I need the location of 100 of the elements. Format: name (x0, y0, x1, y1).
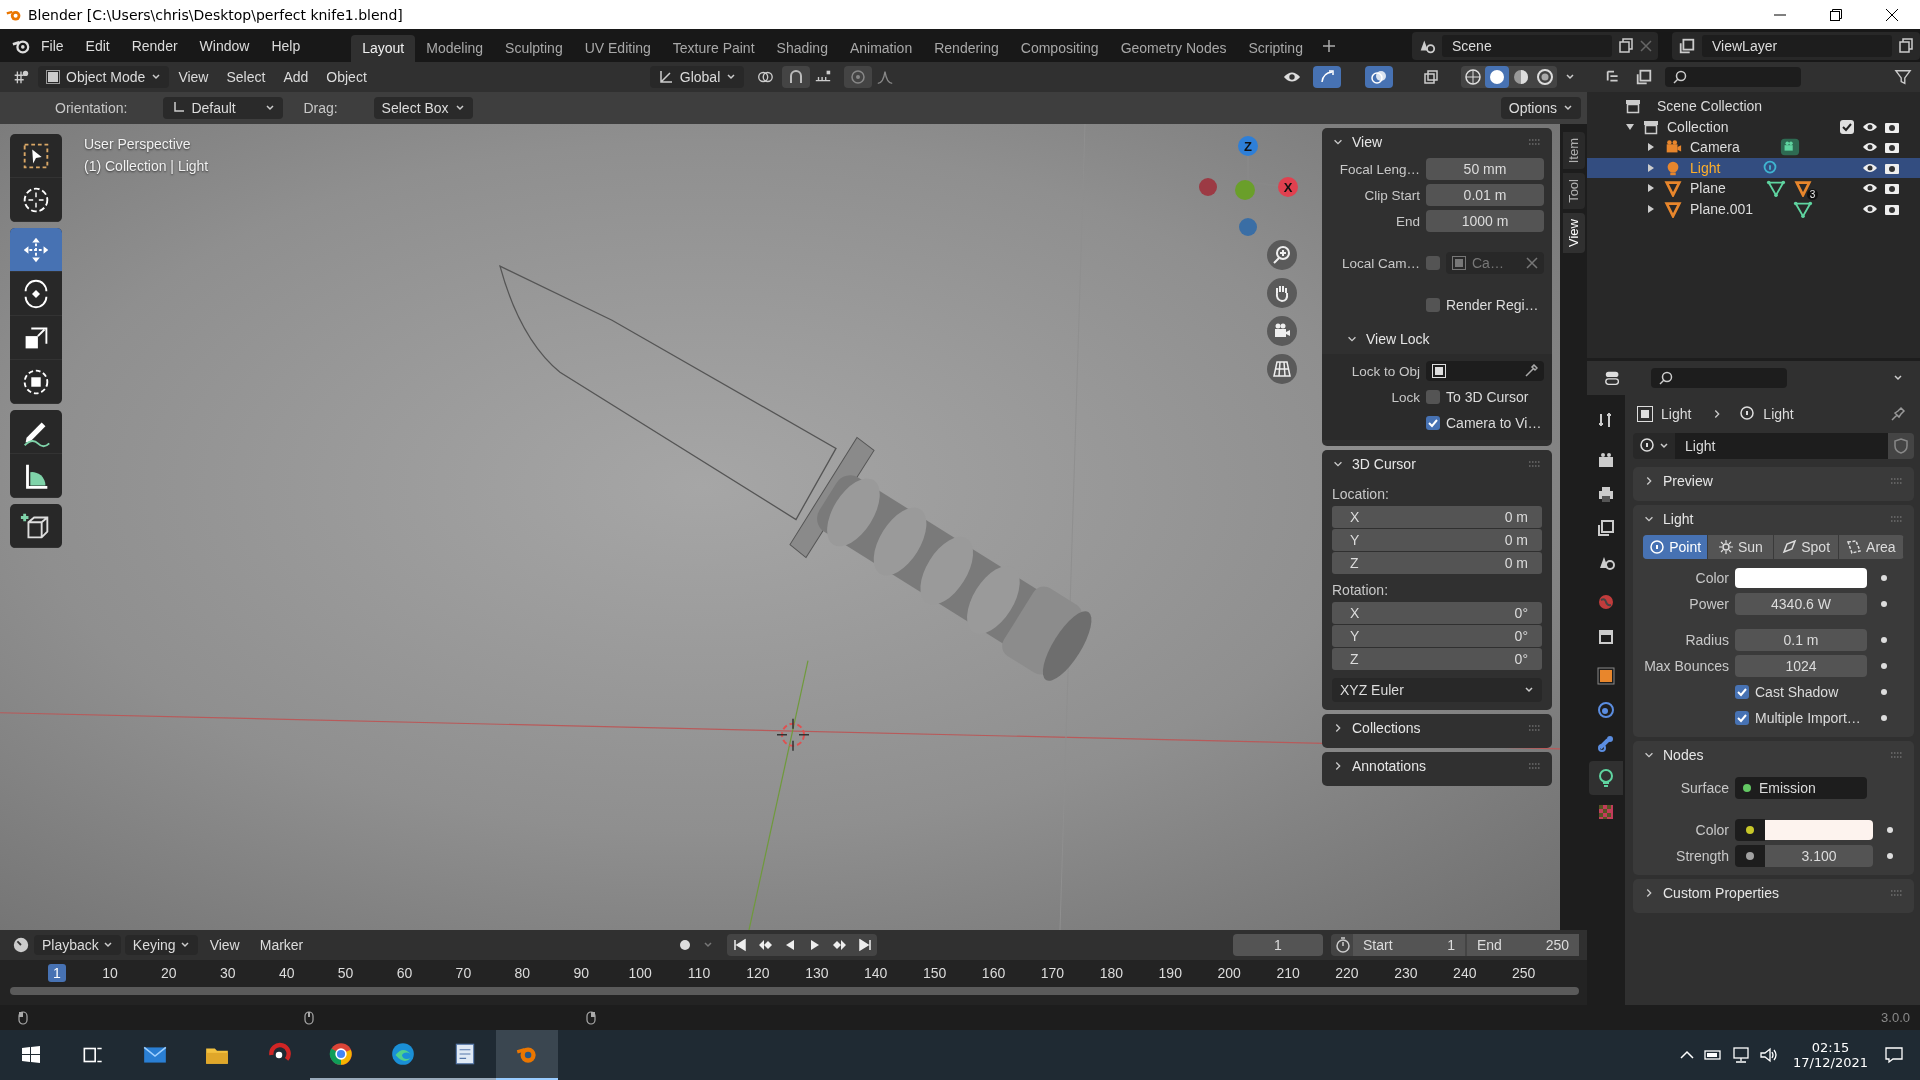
frame-number[interactable]: 140 (859, 963, 893, 982)
number-field[interactable]: Y 0° (1332, 625, 1542, 647)
sidebar-tab[interactable]: Item (1562, 132, 1585, 170)
datablock-name-field[interactable]: Light (1675, 433, 1888, 459)
menu-item[interactable]: Select (217, 69, 275, 85)
orientation-dropdown[interactable]: Global (649, 66, 745, 88)
navigation-gizmo[interactable]: Z X (1195, 132, 1305, 242)
frame-number[interactable]: 50 (332, 963, 359, 982)
outliner-row[interactable]: Light (1587, 157, 1920, 178)
menu-item[interactable]: File (30, 37, 75, 54)
number-field[interactable]: 3.100 (1765, 845, 1873, 867)
number-field[interactable]: 50 mm (1426, 158, 1544, 180)
workspace-tab[interactable]: Sculpting (494, 35, 574, 62)
frame-number[interactable]: 30 (214, 963, 241, 982)
panel-header[interactable]: View (1322, 128, 1552, 156)
menu-item[interactable]: Object (317, 69, 376, 85)
menu-item[interactable]: Marker (251, 935, 312, 955)
frame-number[interactable]: 230 (1389, 963, 1423, 982)
panel-header[interactable]: 3D Cursor (1322, 450, 1552, 478)
outliner-row[interactable]: Plane 3 (1587, 178, 1920, 199)
menu-item[interactable]: Add (274, 69, 318, 85)
frame-number[interactable]: 1 (48, 963, 66, 982)
outliner-item[interactable]: Collection (1667, 118, 1729, 135)
outliner-row[interactable]: Camera (1587, 137, 1920, 158)
panel-header[interactable]: Nodes (1633, 741, 1914, 769)
frame-number[interactable]: 220 (1330, 963, 1364, 982)
mode-dropdown[interactable]: Object Mode (38, 66, 170, 88)
frame-number[interactable]: 120 (741, 963, 775, 982)
number-field[interactable]: Y 0 m (1332, 529, 1542, 551)
checkbox[interactable]: Render Regi… (1426, 297, 1539, 313)
workspace-tab[interactable]: Scripting (1237, 35, 1314, 62)
frame-number[interactable]: 20 (156, 963, 182, 982)
checkbox[interactable]: Multiple Import… (1735, 710, 1867, 726)
frame-number[interactable]: 90 (568, 963, 594, 982)
options-dropdown[interactable]: Options (1500, 97, 1581, 119)
number-field[interactable]: X 0° (1332, 602, 1542, 624)
menu-item[interactable]: Edit (74, 37, 121, 54)
menu-item[interactable]: Keying (124, 935, 198, 955)
number-field[interactable]: 0.01 m (1426, 184, 1544, 206)
light-type-button[interactable]: Point (1643, 535, 1709, 559)
current-frame-field[interactable]: 1 (1233, 934, 1323, 956)
frame-number[interactable]: 70 (450, 963, 477, 982)
frame-number[interactable]: 160 (976, 963, 1011, 982)
frame-number[interactable]: 250 (1507, 963, 1541, 982)
menu-item[interactable]: Playback (34, 935, 121, 955)
sidebar-tab[interactable]: View (1562, 213, 1585, 254)
workspace-tab[interactable]: Rendering (923, 35, 1010, 62)
start-frame-field[interactable]: Start 1 (1353, 934, 1465, 956)
workspace-tab[interactable]: Texture Paint (661, 35, 766, 62)
workspace-tab[interactable]: UV Editing (573, 35, 662, 62)
checkbox[interactable]: Camera to Vi… (1426, 415, 1542, 431)
menu-item[interactable]: Render (120, 37, 189, 54)
number-field[interactable]: 4340.6 W (1735, 593, 1867, 615)
scene-field[interactable]: Scene (1442, 34, 1612, 57)
frame-number[interactable]: 240 (1448, 963, 1482, 982)
outliner-row[interactable]: Plane.001 (1587, 198, 1920, 219)
frame-number[interactable]: 150 (917, 963, 952, 982)
menu-item[interactable]: Help (260, 37, 312, 54)
light-type-button[interactable]: Spot (1773, 535, 1839, 559)
frame-number[interactable]: 180 (1094, 963, 1129, 982)
outliner-item[interactable]: Scene Collection (1657, 98, 1763, 115)
frame-number[interactable]: 40 (273, 963, 300, 982)
frame-number[interactable]: 170 (1035, 963, 1070, 982)
checkbox[interactable]: Cast Shadow (1735, 684, 1867, 700)
orientation-dropdown[interactable]: Default (163, 97, 284, 119)
frame-number[interactable]: 110 (682, 963, 716, 982)
rotation-mode-dropdown[interactable]: XYZ Euler (1332, 678, 1542, 702)
workspace-tab[interactable]: Modeling (415, 35, 495, 62)
workspace-tab[interactable]: Compositing (1009, 35, 1110, 62)
light-type-button[interactable]: Area (1838, 535, 1904, 559)
light-type-button[interactable]: Sun (1708, 535, 1774, 559)
number-field[interactable]: Z 0 m (1332, 552, 1542, 574)
frame-number[interactable]: 210 (1271, 963, 1305, 982)
frame-number[interactable]: 80 (509, 963, 536, 982)
number-field[interactable]: 0.1 m (1735, 629, 1867, 651)
frame-number[interactable]: 60 (391, 963, 418, 982)
frame-number[interactable]: 100 (623, 963, 657, 982)
frame-number[interactable]: 130 (800, 963, 834, 982)
workspace-tab[interactable]: Geometry Nodes (1109, 35, 1238, 62)
view-layer-field[interactable]: ViewLayer (1702, 34, 1892, 57)
frame-number[interactable]: 10 (97, 963, 123, 982)
drag-dropdown[interactable]: Select Box (373, 97, 473, 119)
menu-item[interactable]: Window (188, 37, 261, 54)
panel-header[interactable]: Light (1633, 505, 1914, 533)
number-field[interactable]: X 0 m (1332, 506, 1542, 528)
sidebar-tab[interactable]: Tool (1562, 173, 1585, 210)
frame-number[interactable]: 190 (1153, 963, 1187, 982)
number-field[interactable]: 1024 (1735, 655, 1867, 677)
workspace-tab[interactable]: Layout (351, 35, 416, 62)
checkbox[interactable]: To 3D Cursor (1426, 389, 1529, 405)
workspace-tab[interactable]: Animation (838, 35, 924, 62)
clock-button[interactable]: 02:15 17/12/2021 (1793, 1040, 1868, 1070)
number-field[interactable]: Z 0° (1332, 648, 1542, 670)
menu-item[interactable]: View (201, 935, 248, 955)
workspace-tab[interactable]: Shading (765, 35, 839, 62)
number-field[interactable]: 1000 m (1426, 210, 1544, 232)
end-frame-field[interactable]: End 250 (1467, 934, 1579, 956)
menu-item[interactable]: View (169, 69, 218, 85)
frame-number[interactable]: 200 (1212, 963, 1246, 982)
shader-dropdown[interactable]: Emission (1735, 777, 1867, 799)
